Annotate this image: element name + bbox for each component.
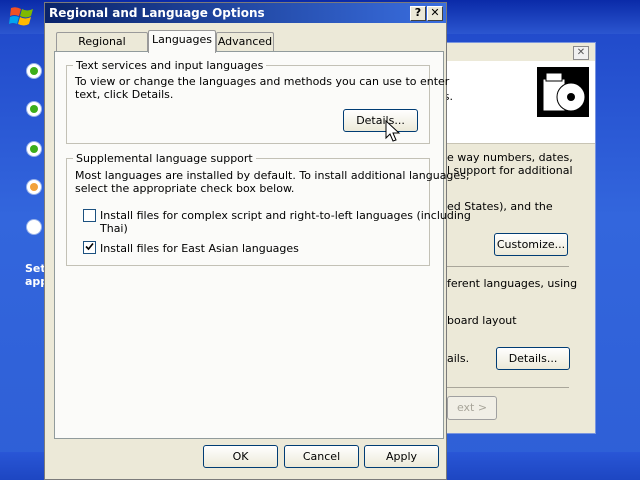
text-services-group-label: Text services and input languages (73, 59, 267, 72)
help-icon[interactable]: ? (410, 6, 426, 21)
background-text-4: ferent languages, using (447, 277, 578, 290)
tab-languages[interactable]: Languages (148, 30, 216, 53)
title-bar[interactable]: Regional and Language Options ? ✕ (45, 3, 446, 23)
text-services-group: Text services and input languages To vie… (66, 59, 449, 144)
regional-language-dialog: Regional and Language Options ? ✕ Region… (44, 2, 471, 480)
cd-box-icon (537, 67, 589, 117)
windows-logo-icon (9, 7, 33, 26)
setup-step-4-icon (27, 180, 41, 194)
setup-step-5-icon (27, 220, 41, 234)
background-separator-2 (437, 387, 569, 388)
tab-advanced[interactable]: Advanced (216, 32, 274, 52)
background-separator (437, 266, 569, 267)
supplemental-description: Most languages are installed by default.… (75, 169, 470, 195)
background-text-6: ails. (447, 352, 470, 365)
ok-button[interactable]: OK (203, 445, 278, 468)
east-asian-checkbox[interactable] (83, 241, 96, 254)
customize-button[interactable]: Customize... (494, 233, 568, 256)
supplemental-group: Supplemental language support Most langu… (66, 152, 471, 266)
close-icon[interactable]: ✕ (427, 6, 443, 21)
background-text-5: board layout (447, 314, 517, 327)
dialog-title: Regional and Language Options (49, 6, 265, 20)
details-button[interactable]: Details... (343, 109, 418, 132)
complex-script-label[interactable]: Install files for complex script and rig… (100, 209, 471, 235)
background-header: es. (437, 61, 595, 144)
setup-step-2-icon (27, 102, 41, 116)
text-services-description: To view or change the languages and meth… (75, 75, 450, 101)
background-details-button[interactable]: Details... (496, 347, 570, 370)
languages-tab-pane: Text services and input languages To vie… (54, 51, 471, 439)
apply-button[interactable]: Apply (364, 445, 439, 468)
tab-regional-options[interactable]: Regional Options (56, 32, 148, 66)
supplemental-group-label: Supplemental language support (73, 152, 256, 165)
setup-step-3-icon (27, 142, 41, 156)
east-asian-label[interactable]: Install files for East Asian languages (100, 242, 299, 255)
setup-step-1-icon (27, 64, 41, 78)
complex-script-checkbox[interactable] (83, 209, 96, 222)
mouse-pointer-icon (385, 120, 401, 142)
next-button[interactable]: ext > (447, 396, 497, 420)
cancel-button[interactable]: Cancel (284, 445, 359, 468)
background-window: ✕ es. e way numbers, dates, l support fo… (436, 42, 596, 434)
checkmark-icon (85, 242, 94, 251)
background-text-1: e way numbers, dates, (447, 151, 573, 164)
background-close-icon[interactable]: ✕ (573, 46, 589, 60)
